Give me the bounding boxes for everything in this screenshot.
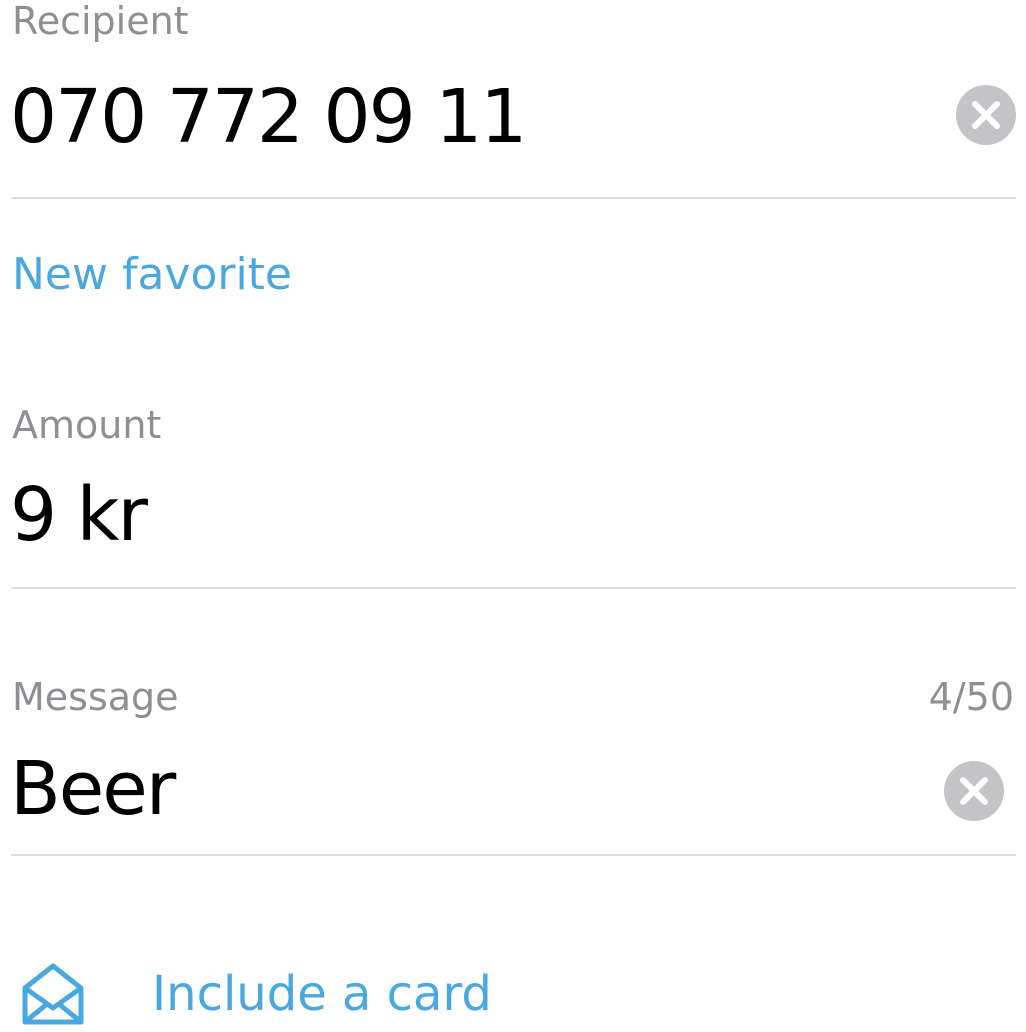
recipient-input[interactable]: 070 772 09 11: [10, 80, 527, 154]
include-card-label: Include a card: [152, 966, 492, 1022]
envelope-icon: [20, 960, 86, 1026]
amount-divider: [11, 587, 1016, 589]
message-input[interactable]: Beer: [10, 752, 176, 826]
new-favorite-link[interactable]: New favorite: [12, 253, 292, 297]
clear-circle-icon: [960, 777, 988, 805]
amount-label: Amount: [12, 403, 162, 447]
amount-input[interactable]: 9 kr: [10, 478, 148, 552]
message-clear-button[interactable]: [944, 761, 1004, 821]
recipient-label: Recipient: [12, 0, 189, 43]
recipient-clear-button[interactable]: [956, 85, 1016, 145]
clear-circle-icon: [972, 101, 1000, 129]
recipient-divider: [11, 197, 1016, 199]
message-divider: [11, 854, 1016, 856]
message-label: Message: [12, 675, 179, 719]
include-card-button[interactable]: Include a card: [20, 958, 500, 1030]
message-character-counter: 4/50: [928, 675, 1014, 719]
